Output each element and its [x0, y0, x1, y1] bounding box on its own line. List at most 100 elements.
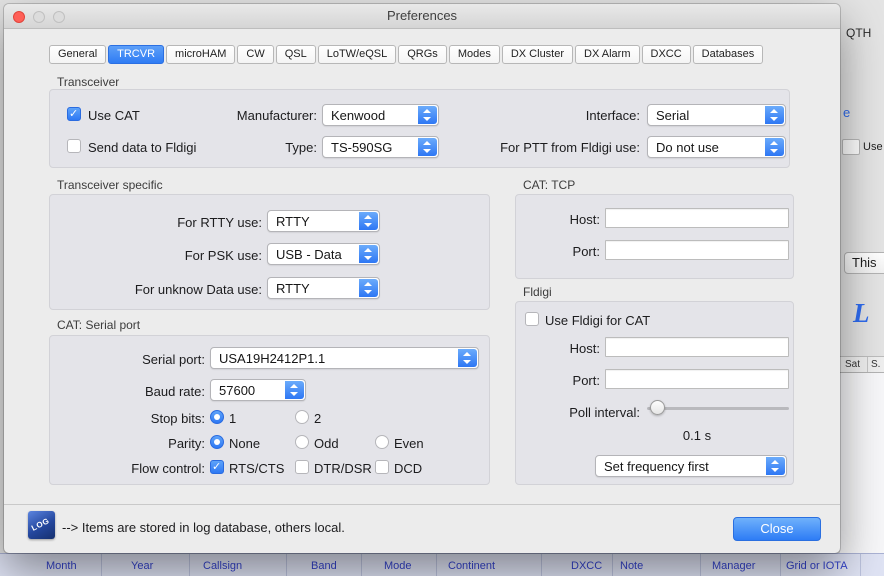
stop-bits-1-label: 1	[229, 411, 236, 426]
log-col-year[interactable]: Year	[131, 560, 153, 572]
psk-use-select[interactable]: USB - Data	[267, 243, 380, 265]
popup-stepper-icon	[418, 106, 437, 124]
tab-dx-cluster[interactable]: DX Cluster	[502, 45, 573, 64]
fldigi-host-input[interactable]	[605, 337, 789, 357]
baud-rate-select[interactable]: 57600	[210, 379, 306, 401]
rtty-use-value: RTTY	[276, 214, 357, 229]
send-fldigi-label: Send data to Fldigi	[88, 140, 196, 155]
tab-databases[interactable]: Databases	[693, 45, 764, 64]
log-table-header-strip: Month Year Callsign Band Mode Continent …	[0, 553, 884, 576]
log-col-mode[interactable]: Mode	[384, 560, 412, 572]
unknown-data-use-label: For unknow Data use:	[64, 282, 262, 297]
popup-stepper-icon	[285, 381, 304, 399]
fldigi-port-label: Port:	[550, 373, 600, 388]
fldigi-port-input[interactable]	[605, 369, 789, 389]
tab-qrgs[interactable]: QRGs	[398, 45, 447, 64]
stop-bits-2-radio[interactable]	[295, 410, 309, 424]
window-title: Preferences	[4, 4, 840, 28]
parity-none-radio[interactable]	[210, 435, 224, 449]
ptt-select[interactable]: Do not use	[647, 136, 786, 158]
transceiver-specific-group-label: Transceiver specific	[57, 178, 163, 192]
stop-bits-1-radio[interactable]	[210, 410, 224, 424]
column-divider	[189, 554, 190, 576]
column-divider	[860, 554, 861, 576]
tab-trcvr[interactable]: TRCVR	[108, 45, 164, 64]
parity-even-radio[interactable]	[375, 435, 389, 449]
tab-microham[interactable]: microHAM	[166, 45, 235, 64]
maximize-window-button	[53, 11, 65, 23]
log-col-dxcc[interactable]: DXCC	[571, 560, 602, 572]
popup-stepper-icon	[458, 349, 477, 367]
interface-label: Interface:	[545, 108, 640, 123]
column-divider	[101, 554, 102, 576]
cat-tcp-host-input[interactable]	[605, 208, 789, 228]
cat-tcp-port-label: Port:	[550, 244, 600, 259]
log-col-band[interactable]: Band	[311, 560, 337, 572]
tab-bar: General TRCVR microHAM CW QSL LoTW/eQSL …	[49, 45, 763, 64]
log-col-manager[interactable]: Manager	[712, 560, 755, 572]
tab-general[interactable]: General	[49, 45, 106, 64]
log-col-callsign[interactable]: Callsign	[203, 560, 242, 572]
poll-interval-value: 0.1 s	[605, 428, 789, 443]
transceiver-group-label: Transceiver	[57, 75, 119, 89]
partial-logo: L	[853, 298, 870, 329]
slider-thumb[interactable]	[650, 400, 665, 415]
partial-blue-text: e	[843, 105, 850, 120]
tab-qsl[interactable]: QSL	[276, 45, 316, 64]
fldigi-host-label: Host:	[550, 341, 600, 356]
unknown-data-use-select[interactable]: RTTY	[267, 277, 380, 299]
logbook-icon-text: LOG	[30, 516, 51, 533]
log-col-month[interactable]: Month	[46, 560, 77, 572]
popup-stepper-icon	[766, 457, 785, 475]
manufacturer-select[interactable]: Kenwood	[322, 104, 439, 126]
screen: QTH e Use This L Sat S. Month Year Calls…	[0, 0, 884, 576]
rtty-use-select[interactable]: RTTY	[267, 210, 380, 232]
close-window-button[interactable]	[13, 11, 25, 23]
type-select[interactable]: TS-590SG	[322, 136, 439, 158]
use-cat-checkbox[interactable]	[67, 107, 81, 121]
flow-dtrdsr-checkbox[interactable]	[295, 460, 309, 474]
poll-interval-label: Poll interval:	[540, 405, 640, 420]
serial-port-value: USA19H2412P1.1	[219, 351, 456, 366]
rtty-use-label: For RTTY use:	[99, 215, 262, 230]
tab-lotw-eqsl[interactable]: LoTW/eQSL	[318, 45, 397, 64]
column-divider	[541, 554, 542, 576]
type-label: Type:	[199, 140, 317, 155]
column-divider	[867, 357, 868, 372]
partial-this-button[interactable]: This	[844, 252, 884, 274]
titlebar[interactable]: Preferences	[4, 4, 840, 29]
log-col-continent[interactable]: Continent	[448, 560, 495, 572]
cat-tcp-port-input[interactable]	[605, 240, 789, 260]
use-cat-label: Use CAT	[88, 108, 140, 123]
close-button[interactable]: Close	[733, 517, 821, 541]
flow-rtscts-checkbox[interactable]	[210, 460, 224, 474]
parity-odd-radio[interactable]	[295, 435, 309, 449]
serial-port-select[interactable]: USA19H2412P1.1	[210, 347, 479, 369]
col-sat[interactable]: Sat	[845, 359, 860, 370]
tab-modes[interactable]: Modes	[449, 45, 500, 64]
partial-field[interactable]	[842, 139, 860, 155]
flow-dcd-checkbox[interactable]	[375, 460, 389, 474]
log-col-grid-iota[interactable]: Grid or IOTA	[786, 560, 848, 572]
type-value: TS-590SG	[331, 140, 416, 155]
send-fldigi-checkbox[interactable]	[67, 139, 81, 153]
serial-port-label: Serial port:	[100, 352, 205, 367]
tab-cw[interactable]: CW	[237, 45, 273, 64]
tab-dxcc[interactable]: DXCC	[642, 45, 691, 64]
log-col-note[interactable]: Note	[620, 560, 643, 572]
frequency-mode-select[interactable]: Set frequency first	[595, 455, 787, 477]
footer-note: --> Items are stored in log database, ot…	[62, 520, 345, 535]
tab-dx-alarm[interactable]: DX Alarm	[575, 45, 639, 64]
interface-select[interactable]: Serial	[647, 104, 786, 126]
flow-control-label: Flow control:	[100, 461, 205, 476]
use-fldigi-cat-checkbox[interactable]	[525, 312, 539, 326]
poll-interval-slider[interactable]	[647, 400, 789, 416]
stop-bits-2-label: 2	[314, 411, 321, 426]
col-s[interactable]: S.	[871, 359, 880, 370]
frequency-mode-value: Set frequency first	[604, 459, 764, 474]
baud-rate-value: 57600	[219, 383, 283, 398]
footer-divider	[4, 504, 840, 505]
cat-tcp-group-box	[515, 194, 794, 279]
parity-even-label: Even	[394, 436, 424, 451]
interface-value: Serial	[656, 108, 763, 123]
